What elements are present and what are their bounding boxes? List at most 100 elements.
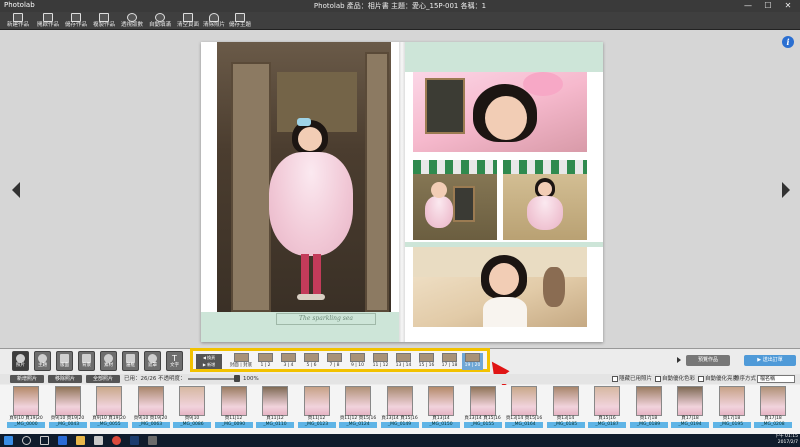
girl-face	[298, 127, 322, 151]
photo-thumbnail[interactable]: 頁9|10 頁19|20 _MG_0043	[48, 386, 88, 432]
toolbar-label: 清除照片	[202, 22, 225, 28]
auto-fill-button[interactable]: 自動填滿	[148, 12, 172, 30]
folder-icon[interactable]	[76, 436, 85, 445]
tab-background[interactable]: 背景	[78, 351, 95, 371]
photo-thumbnail[interactable]: 頁11|12 _MG_0090	[214, 386, 254, 432]
search-icon[interactable]	[22, 436, 31, 445]
clear-page-button[interactable]: 清空頁面	[176, 12, 200, 30]
photo-thumbnail[interactable]: 頁13|14 頁15|16 _MG_0149	[380, 386, 420, 432]
info-icon[interactable]: i	[782, 36, 794, 48]
photo-thumbnail[interactable]: 頁11|12 _MG_0110	[255, 386, 295, 432]
hide-used-toggle[interactable]: 隱藏已用照片	[612, 375, 652, 383]
spread-control-bottom[interactable]: ▶ 新增	[196, 361, 222, 368]
windows-start-icon[interactable]	[4, 436, 13, 445]
save-project-button[interactable]: 儲存作品	[64, 12, 88, 30]
spread-thumb[interactable]: 13 | 14	[393, 353, 414, 370]
photo-filename: _MG_0043	[48, 422, 87, 428]
new-project-button[interactable]: 新建作品	[6, 12, 30, 30]
edge-icon[interactable]	[58, 436, 67, 445]
photo-slot-mid-right[interactable]	[503, 160, 587, 240]
photo-thumbnail[interactable]: 頁13|14 頁15|16 _MG_0164	[504, 386, 544, 432]
photo-thumbnail[interactable]: 頁9|10 頁19|20 _MG_0063	[131, 386, 171, 432]
photo-slot-bottom[interactable]	[413, 247, 587, 327]
checkbox-icon[interactable]	[655, 375, 661, 382]
photo-preview	[137, 386, 164, 416]
spread-thumb[interactable]: 7 | 8	[324, 353, 345, 370]
preview-button[interactable]: 預覽作品	[686, 355, 730, 366]
photo-filename: _MG_0208	[754, 422, 792, 428]
spread-thumb[interactable]: 11 | 12	[370, 353, 391, 370]
task-view-icon[interactable]	[40, 436, 49, 445]
close-button[interactable]: ✕	[778, 0, 798, 12]
spread-thumb[interactable]: 封面 | 封底	[229, 353, 253, 370]
photo-thumbnail[interactable]: 頁13|14 _MG_0150	[421, 386, 461, 432]
checkbox-icon[interactable]	[612, 375, 618, 382]
auto-bright-toggle[interactable]: 自動優化亮度	[698, 375, 738, 383]
photo-preview	[262, 386, 288, 416]
previous-page-arrow-icon[interactable]	[12, 182, 20, 198]
save-theme-button[interactable]: 儲存主題	[228, 12, 252, 30]
tab-layout[interactable]: 版面	[56, 351, 73, 371]
tab-materials[interactable]: 素材	[100, 351, 117, 371]
tab-frames[interactable]: 邊框	[122, 351, 139, 371]
caption-text[interactable]: The sparkling sea	[276, 313, 376, 325]
clear-photos-button[interactable]: 清除照片	[202, 12, 226, 30]
opacity-slider-knob[interactable]	[234, 375, 240, 382]
folder-icon	[43, 13, 53, 22]
next-page-arrow-icon[interactable]	[782, 182, 790, 198]
store-icon[interactable]	[94, 436, 103, 445]
tab-masks[interactable]: 遮罩	[144, 351, 161, 371]
minimize-button[interactable]: —	[738, 0, 758, 12]
photo-slot-mid-left[interactable]	[413, 160, 497, 240]
girl-dress	[425, 196, 453, 228]
auto-color-toggle[interactable]: 自動優化色彩	[655, 375, 695, 383]
photo-thumbnail[interactable]: 頁17|18 _MG_0195	[712, 386, 752, 432]
photo-thumbnail[interactable]: 頁17|18 _MG_0208	[753, 386, 793, 432]
spread-control[interactable]: ◀ 換頁 ▶ 新增	[196, 354, 222, 369]
photolab-app-icon[interactable]	[148, 436, 157, 445]
spread-thumb[interactable]: 5 | 6	[301, 353, 322, 370]
submit-order-button[interactable]: ▶ 送出訂單	[744, 355, 796, 366]
spread-thumb[interactable]: 9 | 10	[347, 353, 368, 370]
photo-thumbnail[interactable]: 頁15|16 _MG_0187	[587, 386, 627, 432]
photo-slot-main[interactable]	[217, 42, 391, 312]
chalkboard	[453, 186, 475, 222]
photo-thumbnail[interactable]: 頁17|18 _MG_0189	[629, 386, 669, 432]
scroll-right-icon[interactable]	[677, 357, 681, 363]
spread-control-top[interactable]: ◀ 換頁	[196, 354, 222, 361]
photo-thumbnail[interactable]: 頁9|10 _MG_0086	[172, 386, 212, 432]
photo-thumbnail[interactable]: 頁11|12 頁15|16 _MG_0124	[338, 386, 378, 432]
photo-filename: _MG_0110	[256, 422, 294, 428]
sort-select[interactable]: 檔名稱	[757, 375, 795, 383]
maximize-button[interactable]: ☐	[758, 0, 778, 12]
opacity-slider-track[interactable]	[188, 378, 238, 380]
photo-thumbnail[interactable]: 頁17|18 _MG_0194	[670, 386, 710, 432]
spread-label: 11 | 12	[372, 363, 389, 368]
add-photos-button[interactable]: 新增照片	[10, 375, 44, 383]
photo-thumbnail[interactable]: 頁9|10 頁19|20 _MG_0000	[6, 386, 46, 432]
photo-thumbnail[interactable]: 頁13|14 頁15|16 _MG_0155	[463, 386, 503, 432]
all-photos-button[interactable]: 全部照片	[86, 375, 120, 383]
perspective-button[interactable]: 透視版數	[120, 12, 144, 30]
spread-thumb[interactable]: 17 | 18	[439, 353, 460, 370]
checkbox-icon[interactable]	[698, 375, 704, 382]
girl-face	[489, 263, 519, 295]
photo-slot-top[interactable]	[413, 72, 587, 152]
tab-label: 邊框	[126, 363, 135, 368]
spread-thumb[interactable]: 3 | 4	[278, 353, 299, 370]
chrome-icon[interactable]	[112, 436, 121, 445]
spread-thumb[interactable]: 1 | 2	[255, 353, 276, 370]
photoshop-icon[interactable]	[130, 436, 139, 445]
remove-photos-button[interactable]: 移除照片	[48, 375, 82, 383]
photo-thumbnail[interactable]: 頁9|10 頁19|20 _MG_0055	[89, 386, 129, 432]
tab-text[interactable]: T 文字	[166, 351, 183, 371]
tab-photos[interactable]: 照片	[12, 351, 29, 371]
photo-thumbnail[interactable]: 頁11|12 _MG_0123	[297, 386, 337, 432]
copy-project-button[interactable]: 複製作品	[92, 12, 116, 30]
spread-thumb[interactable]: 15 | 16	[416, 353, 437, 370]
tab-theme[interactable]: 主題	[34, 351, 51, 371]
frame-icon	[126, 354, 135, 363]
spread-thumb-selected[interactable]: 19 | 20	[462, 353, 483, 370]
photo-thumbnail[interactable]: 頁13|14 _MG_0185	[546, 386, 586, 432]
open-project-button[interactable]: 開啟作品	[36, 12, 60, 30]
